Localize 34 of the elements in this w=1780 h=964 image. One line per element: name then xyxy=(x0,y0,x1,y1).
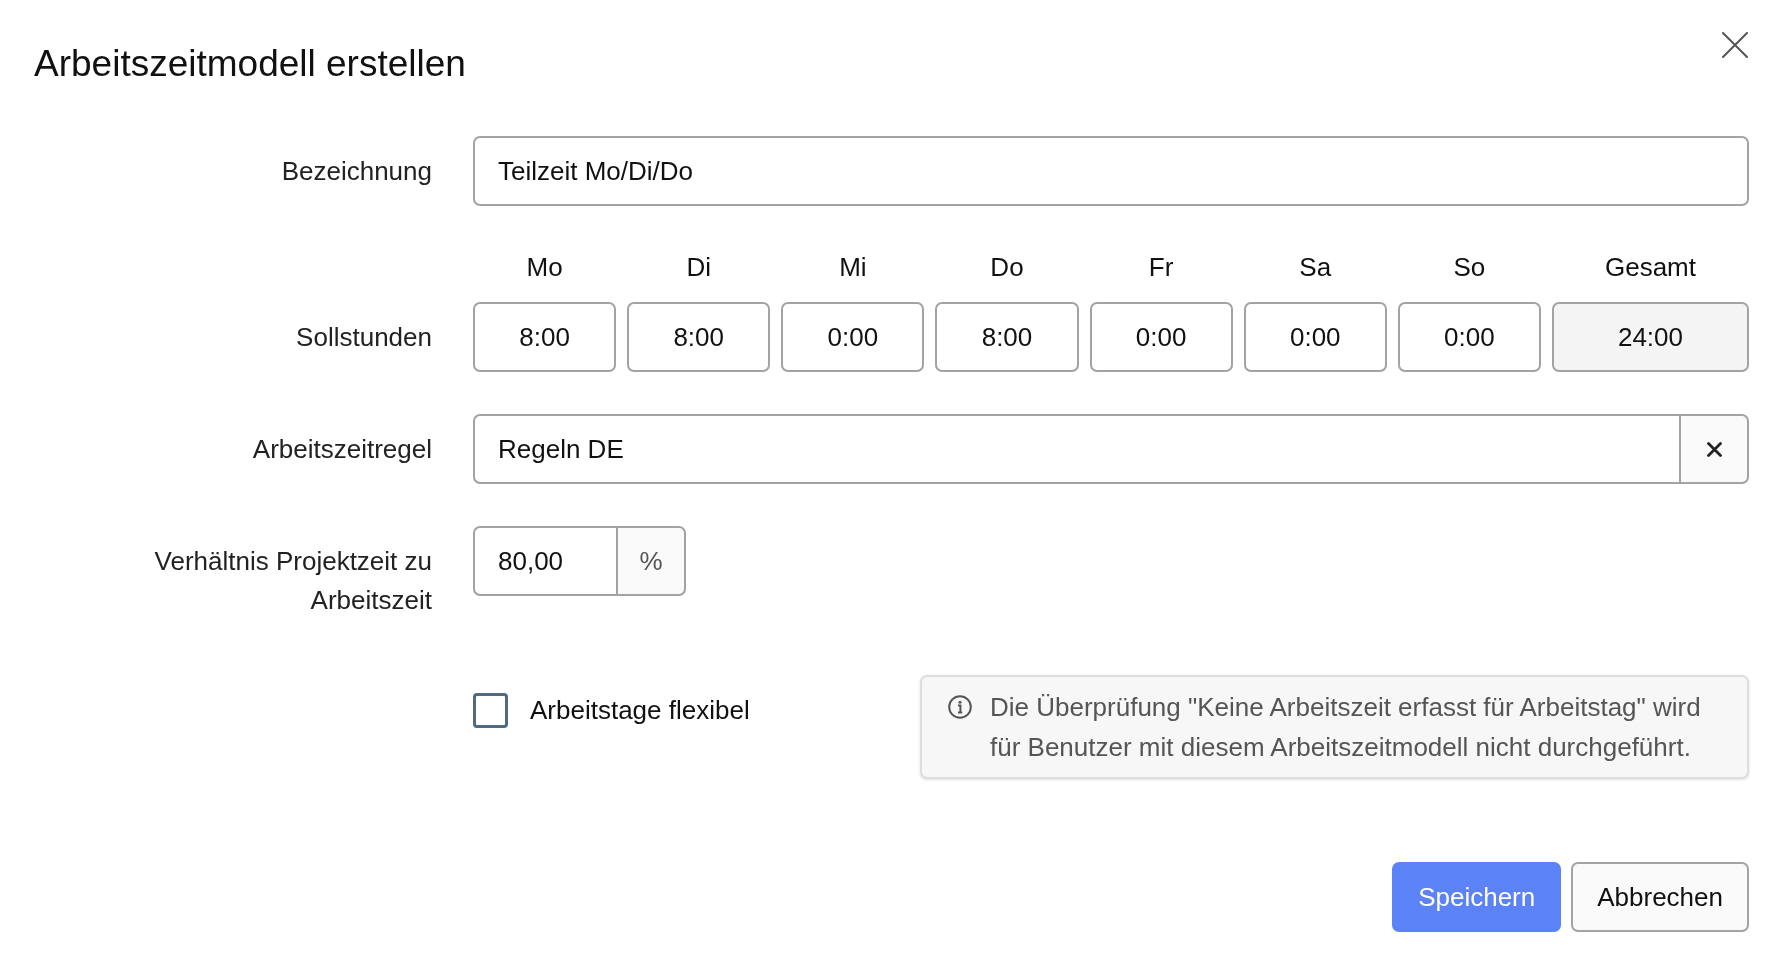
total-label: Gesamt xyxy=(1603,252,1697,282)
field-label: Verhältnis Projektzeit zu Arbeitszeit xyxy=(153,545,432,617)
rule-select[interactable]: Regeln DE xyxy=(473,414,1679,484)
ratio-input[interactable]: 80,00 xyxy=(473,526,616,596)
hours-input[interactable]: 8:00 xyxy=(627,302,771,372)
day-label: Do xyxy=(989,252,1025,282)
close-icon xyxy=(1722,32,1748,58)
day-label: Mo xyxy=(525,252,564,282)
clear-icon xyxy=(1706,441,1722,457)
hours-input[interactable]: 0:00 xyxy=(1089,302,1233,372)
total-field: 24:00 xyxy=(1552,302,1749,372)
day-label: Mi xyxy=(838,252,868,282)
field-label: Arbeitszeitregel xyxy=(251,432,432,466)
checkbox[interactable] xyxy=(473,692,508,728)
day-label: Sa xyxy=(1298,252,1333,282)
clear-button[interactable] xyxy=(1679,414,1749,484)
info-icon xyxy=(948,695,972,719)
hours-input[interactable]: 0:00 xyxy=(1397,302,1541,372)
hours-input[interactable]: 0:00 xyxy=(1243,302,1387,372)
hours-input[interactable]: 8:00 xyxy=(473,302,617,372)
info-text: Die Überprüfung "Keine Arbeitszeit erfasst für Arbeitstag" wird für Benutzer mit diesem Arbeitszeitmodell nicht durchgeführt. xyxy=(990,691,1702,764)
cancel-button[interactable]: Abbrechen xyxy=(1571,862,1749,932)
day-label: Fr xyxy=(1147,252,1175,282)
percent-unit: % xyxy=(616,526,686,596)
day-label: Di xyxy=(685,252,712,282)
checkbox-label: Arbeitstage flexibel xyxy=(530,694,750,727)
close-button[interactable] xyxy=(1722,32,1748,58)
day-label: So xyxy=(1452,252,1487,282)
name-input[interactable]: Teilzeit Mo/Di/Do xyxy=(473,136,1749,206)
hours-input[interactable]: 8:00 xyxy=(935,302,1079,372)
field-label: Sollstunden xyxy=(295,320,432,354)
dialog-title: Arbeitszeitmodell erstellen xyxy=(34,42,466,86)
hours-input[interactable]: 0:00 xyxy=(781,302,925,372)
field-label: Bezeichnung xyxy=(280,154,432,188)
